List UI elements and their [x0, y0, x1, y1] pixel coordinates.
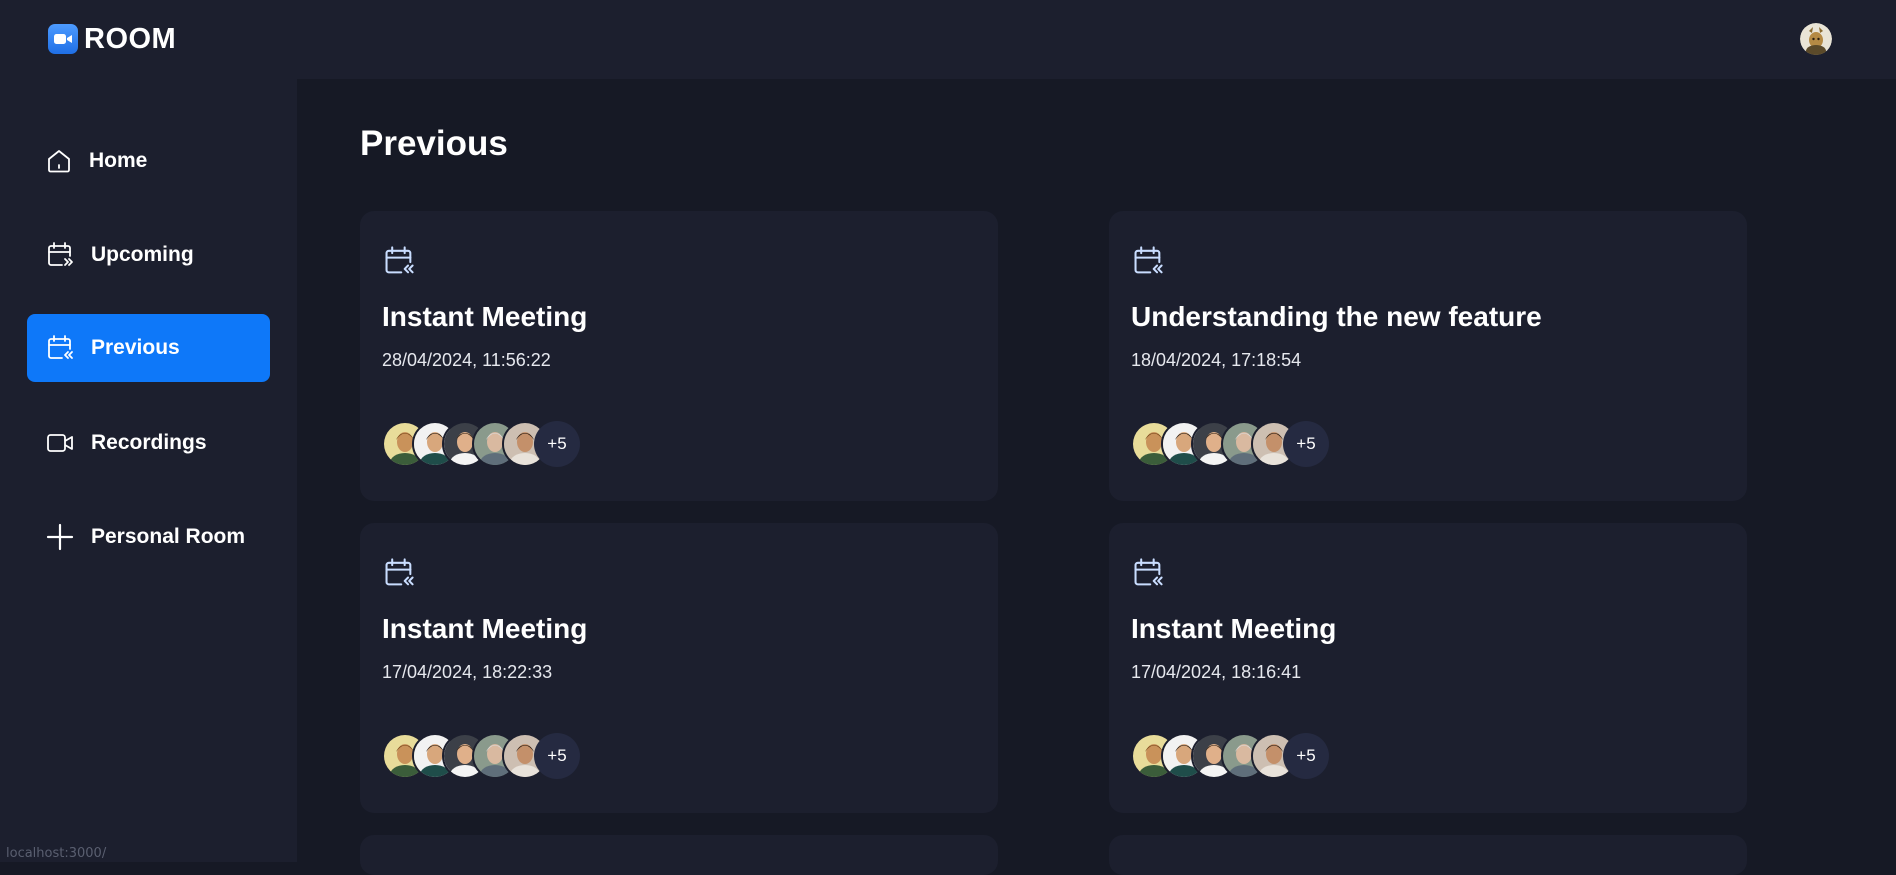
meeting-card[interactable]: Instant Meeting 17/04/2024, 18:22:33 +5 [360, 523, 998, 813]
meeting-date: 17/04/2024, 18:22:33 [382, 662, 553, 682]
calendar-back-icon [1134, 558, 1163, 586]
sidebar: Home Upcoming Previous Recordings Person… [0, 79, 297, 862]
meeting-title: Instant Meeting [382, 301, 588, 332]
calendar-back-icon [385, 246, 414, 274]
meeting-title: Instant Meeting [1131, 613, 1337, 644]
meeting-date: 18/04/2024, 17:18:54 [1131, 350, 1302, 370]
sidebar-item-recordings[interactable]: Recordings [27, 409, 270, 477]
sidebar-item-home[interactable]: Home [27, 127, 270, 195]
meeting-date: 28/04/2024, 11:56:22 [382, 350, 551, 370]
calendar-forward-icon [48, 242, 73, 266]
video-camera-logo-icon [48, 24, 78, 54]
main-content: Previous Instant Meeting 28/04/2024, 11:… [297, 79, 1896, 875]
sidebar-item-label: Personal Room [91, 525, 246, 548]
more-attendees-badge: +5 [1283, 733, 1329, 779]
plus-icon [46, 523, 74, 551]
calendar-back-icon [385, 558, 414, 586]
sidebar-item-label: Recordings [91, 431, 207, 454]
calendar-back-icon [1134, 246, 1163, 274]
meeting-title: Instant Meeting [382, 613, 588, 644]
sidebar-item-previous[interactable]: Previous [27, 314, 270, 382]
status-bar-url: localhost:3000/ [0, 845, 113, 862]
sidebar-item-upcoming[interactable]: Upcoming [27, 221, 270, 289]
sidebar-item-label: Home [89, 149, 148, 172]
more-attendees-badge: +5 [534, 733, 580, 779]
app-logo[interactable]: ROOM [48, 23, 176, 55]
video-icon [47, 434, 73, 452]
more-attendees-badge: +5 [534, 421, 580, 467]
more-attendees-badge: +5 [1283, 421, 1329, 467]
sidebar-item-personal-room[interactable]: Personal Room [27, 503, 270, 571]
meeting-card[interactable]: Understanding the new feature 18/04/2024… [1109, 211, 1747, 501]
top-bar: ROOM [0, 0, 1896, 79]
home-icon [48, 150, 70, 173]
meeting-date: 17/04/2024, 18:16:41 [1131, 662, 1302, 682]
calendar-back-icon [48, 335, 73, 359]
meeting-card[interactable]: Instant Meeting 17/04/2024, 18:16:41 +5 [1109, 523, 1747, 813]
meeting-card[interactable] [360, 835, 998, 875]
meeting-card[interactable]: Instant Meeting 28/04/2024, 11:56:22 +5 [360, 211, 998, 501]
meeting-title: Understanding the new feature [1131, 301, 1542, 332]
meeting-card[interactable] [1109, 835, 1747, 875]
sidebar-item-label: Upcoming [91, 243, 194, 266]
user-avatar[interactable] [1800, 23, 1832, 55]
page-title: Previous [360, 124, 508, 163]
sidebar-item-label: Previous [91, 336, 180, 359]
app-logo-text: ROOM [84, 22, 177, 55]
